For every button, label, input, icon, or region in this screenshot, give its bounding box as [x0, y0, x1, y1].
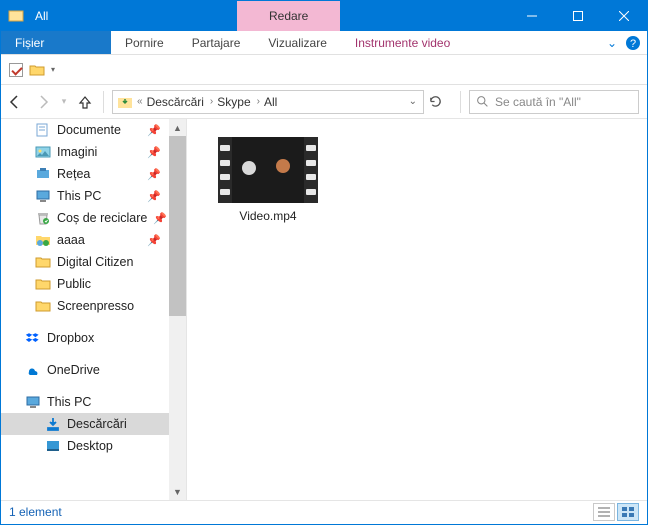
search-box[interactable]: Se caută în "All"	[469, 90, 639, 114]
up-button[interactable]	[71, 88, 99, 116]
ribbon-tab-share[interactable]: Partajare	[178, 31, 255, 54]
tree-item: Coș de reciclare📌	[1, 207, 169, 229]
item-count: 1 element	[9, 505, 62, 519]
crumb-3[interactable]: All	[264, 95, 277, 109]
file-item[interactable]: Video.mp4	[213, 137, 323, 223]
tree-item-this-pc: This PC	[1, 391, 169, 413]
ribbon-tab-video-tools[interactable]: Instrumente video	[341, 31, 464, 54]
svg-text:?: ?	[630, 38, 636, 50]
ribbon-expand-icon[interactable]: ⌄	[607, 36, 617, 50]
file-name: Video.mp4	[213, 209, 323, 223]
tree-item-downloads[interactable]: Descărcări	[1, 413, 169, 435]
scrollbar-thumb[interactable]	[169, 136, 186, 316]
folder-icon	[29, 62, 45, 78]
qat-dropdown-icon[interactable]: ▾	[51, 65, 55, 74]
recent-locations-button[interactable]: ▾	[57, 88, 71, 116]
pin-icon: 📌	[147, 124, 161, 137]
maximize-button[interactable]	[555, 1, 601, 31]
refresh-button[interactable]	[428, 94, 456, 109]
minimize-button[interactable]	[509, 1, 555, 31]
ribbon-tab-home[interactable]: Pornire	[111, 31, 178, 54]
crumb-2[interactable]: Skype	[217, 95, 250, 109]
tree-item: Imagini📌	[1, 141, 169, 163]
video-thumbnail	[218, 137, 318, 203]
download-folder-icon	[117, 94, 133, 110]
window-title: All	[31, 1, 68, 31]
back-button[interactable]	[1, 88, 29, 116]
scroll-down-icon[interactable]: ▼	[169, 483, 186, 500]
ribbon-tab-file[interactable]: Fișier	[1, 31, 111, 54]
file-pane[interactable]: Video.mp4	[187, 119, 647, 500]
help-icon[interactable]: ?	[625, 35, 641, 51]
tree-item: Documente📌	[1, 119, 169, 141]
app-icon	[1, 1, 31, 31]
quick-access-toolbar: ▾	[1, 55, 647, 85]
tree-item: Digital Citizen	[1, 251, 169, 273]
chevron-icon: «	[137, 96, 143, 107]
title-bar: All Redare	[1, 1, 647, 31]
tree-item: Public	[1, 273, 169, 295]
close-button[interactable]	[601, 1, 647, 31]
breadcrumb-bar[interactable]: « Descărcări› Skype› All ⌄	[112, 90, 424, 114]
contextual-tab-header: Redare	[237, 1, 340, 31]
search-icon	[476, 95, 489, 108]
search-placeholder: Se caută în "All"	[495, 95, 581, 109]
address-dropdown-icon[interactable]: ⌄	[409, 96, 417, 107]
properties-checkbox-icon[interactable]	[9, 63, 23, 77]
scroll-up-icon[interactable]: ▲	[169, 119, 186, 136]
tree-item: Rețea📌	[1, 163, 169, 185]
status-bar: 1 element	[1, 500, 647, 522]
tree-item-desktop: Desktop	[1, 435, 169, 457]
tree[interactable]: Documente📌 Imagini📌 Rețea📌 This PC📌 Coș …	[1, 119, 169, 500]
navigation-pane: Documente📌 Imagini📌 Rețea📌 This PC📌 Coș …	[1, 119, 187, 500]
forward-button[interactable]	[29, 88, 57, 116]
explorer-body: Documente📌 Imagini📌 Rețea📌 This PC📌 Coș …	[1, 119, 647, 500]
tree-item-onedrive: OneDrive	[1, 359, 169, 381]
ribbon-tab-view[interactable]: Vizualizare	[254, 31, 340, 54]
ribbon-tabs: Fișier Pornire Partajare Vizualizare Ins…	[1, 31, 647, 55]
tree-item: Screenpresso	[1, 295, 169, 317]
icons-view-button[interactable]	[617, 503, 639, 521]
details-view-button[interactable]	[593, 503, 615, 521]
crumb-1[interactable]: Descărcări	[147, 95, 204, 109]
tree-item: aaaa📌	[1, 229, 169, 251]
tree-item: This PC📌	[1, 185, 169, 207]
address-bar: ▾ « Descărcări› Skype› All ⌄ Se caută în…	[1, 85, 647, 119]
sidebar-scrollbar[interactable]: ▲ ▼	[169, 119, 186, 500]
tree-item-dropbox: Dropbox	[1, 327, 169, 349]
